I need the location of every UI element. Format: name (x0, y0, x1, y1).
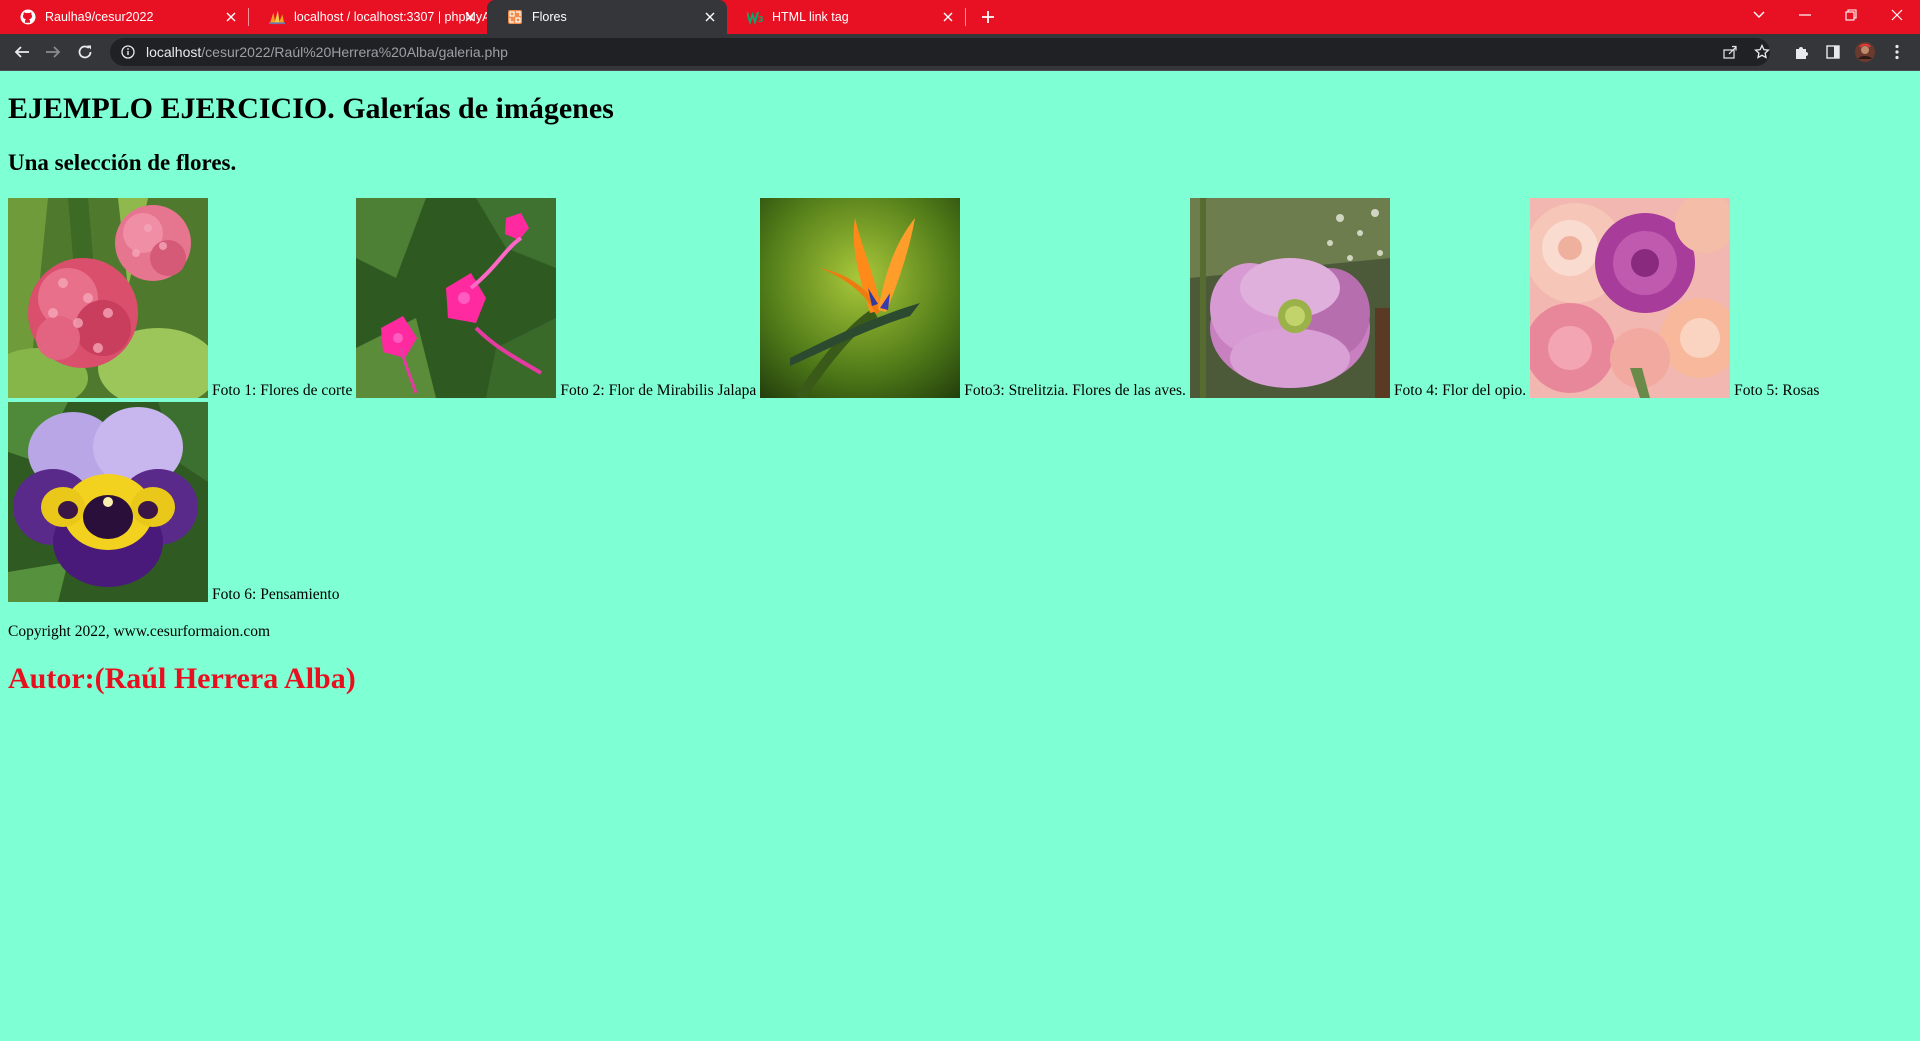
photo-caption: Foto 6: Pensamiento (212, 585, 340, 603)
extensions-button[interactable] (1787, 38, 1815, 66)
strelitzia-image (760, 198, 961, 398)
close-tab-icon[interactable] (461, 8, 479, 26)
photo-pansy (8, 402, 208, 602)
copyright-text: Copyright 2022, www.cesurformaion.com (8, 623, 271, 640)
url-path: /cesur2022/Raúl%20Herrera%20Alba/galeria… (201, 44, 508, 60)
restore-icon (1845, 9, 1857, 21)
roses-image (1530, 198, 1731, 398)
address-bar[interactable]: localhost/cesur2022/Raúl%20Herrera%20Alb… (110, 38, 1770, 66)
tab-title: localhost / localhost:3307 | phpMyAdmin (294, 10, 487, 24)
reload-button[interactable] (71, 38, 99, 66)
poppy-image (1189, 198, 1390, 398)
github-icon (20, 9, 36, 25)
photo-roses (1530, 198, 1731, 398)
close-icon (1891, 9, 1903, 21)
browser-toolbar: localhost/cesur2022/Raúl%20Herrera%20Alb… (0, 34, 1920, 70)
new-tab-button[interactable] (976, 5, 1000, 29)
svg-text:3: 3 (758, 15, 763, 24)
image-gallery: Foto 1: Flores de corte Foto 2: Flor de … (8, 198, 1912, 606)
kebab-menu-icon (1895, 44, 1899, 60)
tab-github[interactable]: Raulha9/cesur2022 (0, 0, 248, 34)
bookmark-button[interactable] (1750, 38, 1774, 66)
photo-hydrangea (8, 198, 208, 398)
side-panel-icon (1826, 45, 1840, 59)
author-credit: Autor:(Raúl Herrera Alba) (8, 662, 356, 695)
gallery-row: Foto 6: Pensamiento (8, 402, 1912, 602)
page-subtitle: Una selección de flores. (8, 150, 237, 175)
forward-arrow-icon (46, 46, 61, 58)
tab-title: Raulha9/cesur2022 (45, 10, 154, 24)
reload-icon (78, 45, 92, 59)
tab-phpmyadmin[interactable]: localhost / localhost:3307 | phpMyAdmin (249, 0, 487, 34)
photo-caption: Foto 2: Flor de Mirabilis Jalapa (560, 381, 757, 399)
plus-icon (982, 11, 994, 23)
page-viewport: EJEMPLO EJERCICIO. Galerías de imágenes … (0, 71, 1920, 1041)
minimize-icon (1799, 14, 1811, 16)
tab-strip: Raulha9/cesur2022 localhost / localhost:… (0, 0, 1920, 34)
profile-avatar[interactable] (1851, 38, 1879, 66)
avatar-icon (1855, 42, 1875, 62)
gallery-row: Foto 1: Flores de corte Foto 2: Flor de … (8, 198, 1912, 398)
photo-strelitzia (760, 198, 961, 398)
tab-search-button[interactable] (1736, 0, 1782, 30)
forward-button[interactable] (39, 38, 67, 66)
mirabilis-image (356, 198, 557, 398)
phpmyadmin-icon (269, 9, 285, 25)
photo-caption: Foto 5: Rosas (1734, 381, 1820, 399)
close-tab-icon[interactable] (222, 8, 240, 26)
photo-poppy (1189, 198, 1390, 398)
url-text[interactable]: localhost/cesur2022/Raúl%20Herrera%20Alb… (146, 44, 508, 60)
hydrangea-image (8, 198, 208, 398)
restore-button[interactable] (1828, 0, 1874, 30)
share-icon (1723, 45, 1737, 59)
photo-mirabilis (356, 198, 557, 398)
photo-caption: Foto3: Strelitzia. Flores de las aves. (964, 381, 1186, 399)
tab-separator (965, 8, 966, 26)
tab-flores[interactable]: Flores (487, 0, 727, 34)
close-tab-icon[interactable] (701, 8, 719, 26)
photo-caption: Foto 1: Flores de corte (212, 381, 353, 399)
pansy-image (8, 402, 208, 602)
back-button[interactable] (8, 38, 36, 66)
share-button[interactable] (1718, 38, 1742, 66)
star-icon (1754, 44, 1770, 59)
chevron-down-icon (1753, 11, 1765, 18)
html-file-icon (507, 9, 523, 25)
back-arrow-icon (14, 46, 29, 58)
puzzle-icon (1796, 47, 1808, 59)
browser-menu-button[interactable] (1883, 38, 1911, 66)
photo-caption: Foto 4: Flor del opio. (1393, 381, 1527, 399)
site-info-icon[interactable] (114, 38, 142, 66)
side-panel-button[interactable] (1819, 38, 1847, 66)
tab-html-link[interactable]: 3 HTML link tag (727, 0, 965, 34)
w3schools-icon: 3 (747, 9, 763, 25)
tab-title: HTML link tag (772, 10, 849, 24)
close-window-button[interactable] (1874, 0, 1920, 30)
tab-title: Flores (532, 10, 567, 24)
url-host: localhost (146, 44, 202, 60)
page-title: EJEMPLO EJERCICIO. Galerías de imágenes (8, 92, 614, 125)
minimize-button[interactable] (1782, 0, 1828, 30)
close-tab-icon[interactable] (939, 8, 957, 26)
